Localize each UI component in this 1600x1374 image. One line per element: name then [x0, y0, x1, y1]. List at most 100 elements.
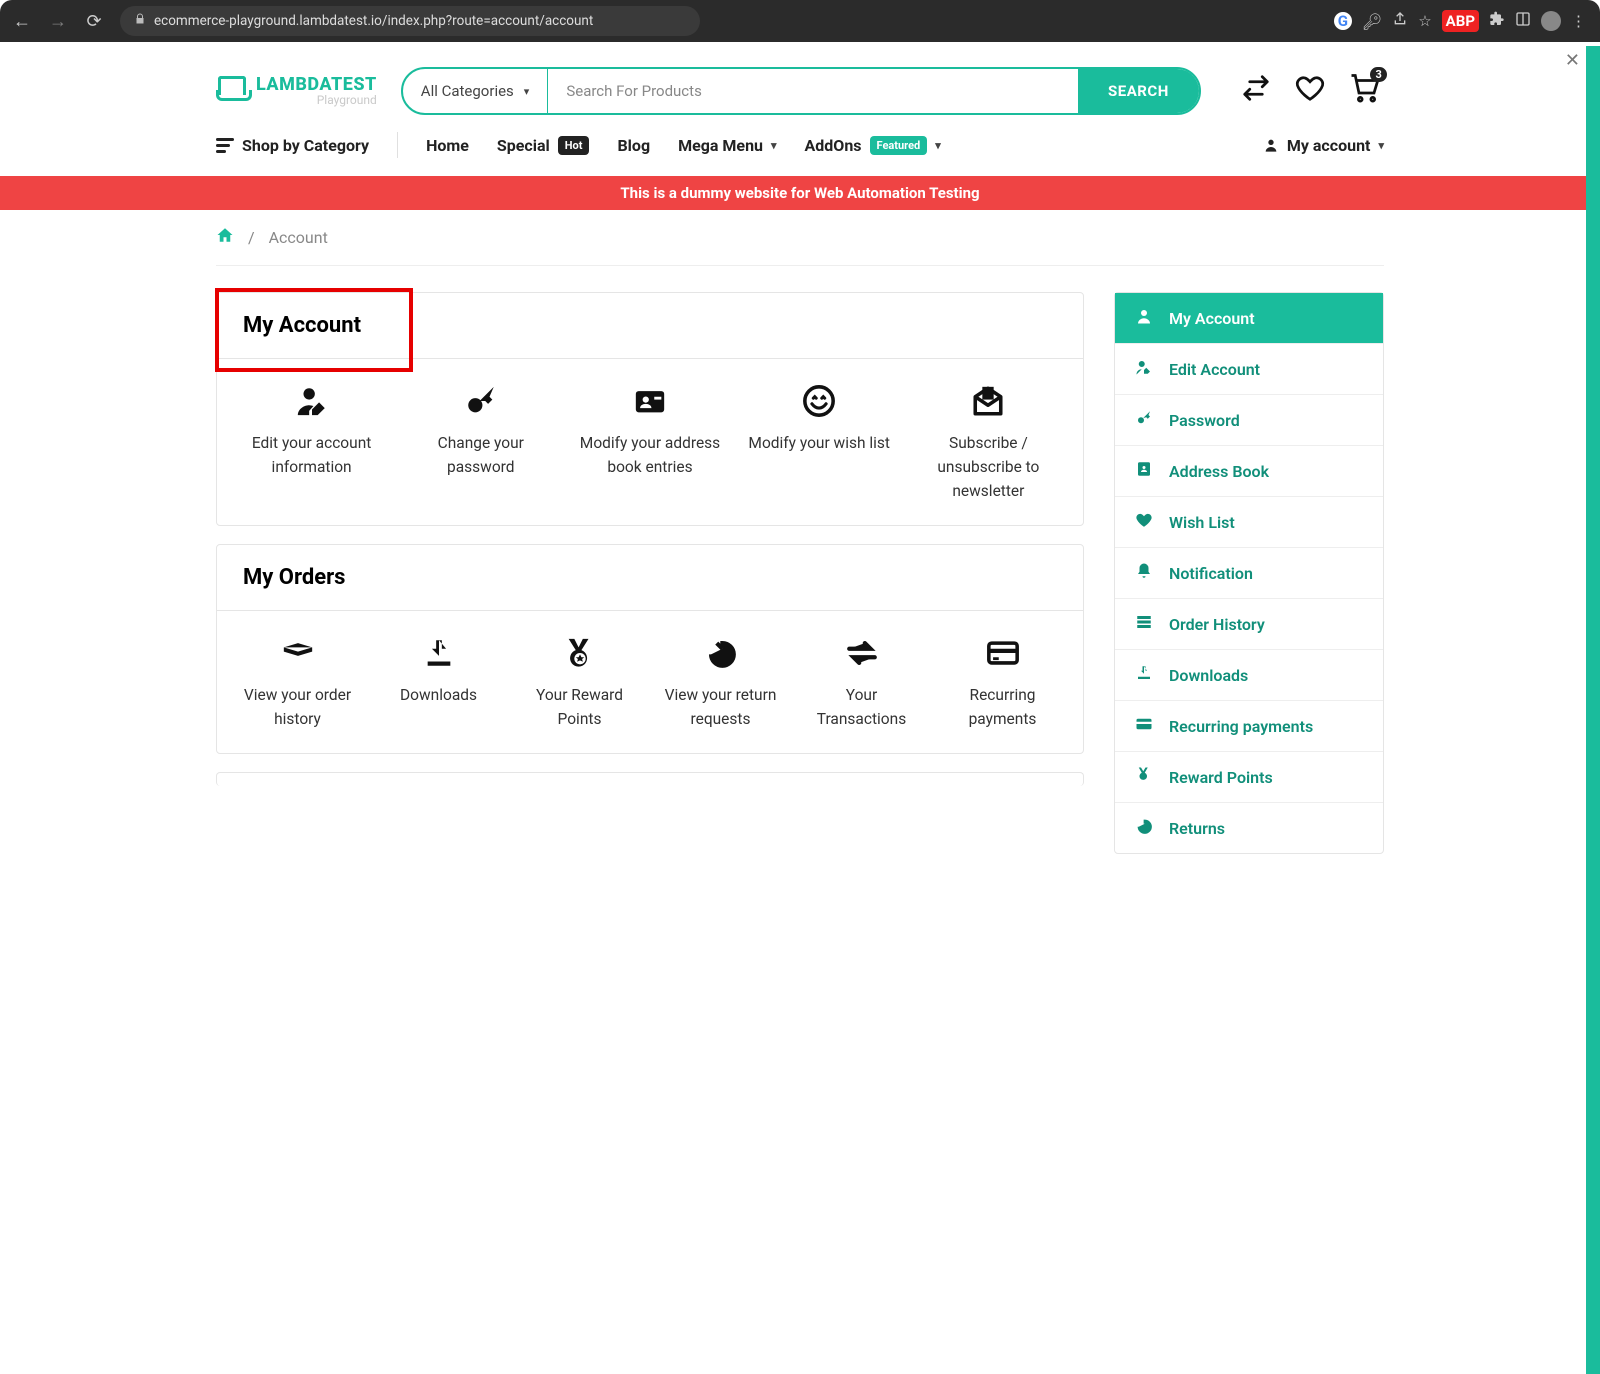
puzzle-icon[interactable] — [1489, 11, 1505, 31]
tile-recurring[interactable]: Recurring payments — [932, 633, 1073, 731]
search-button[interactable]: SEARCH — [1078, 69, 1199, 113]
sidebar-item-label: Wish List — [1169, 513, 1235, 532]
sidebar-item-label: Address Book — [1169, 462, 1269, 481]
tile-transactions[interactable]: Your Transactions — [791, 633, 932, 731]
exchange-icon — [801, 633, 922, 673]
tile-label: Modify your wish list — [745, 431, 894, 455]
browser-chrome: ← → ⟳ ecommerce-playground.lambdatest.io… — [0, 0, 1600, 42]
sidebar-item-recurring[interactable]: Recurring payments — [1115, 701, 1383, 752]
sidebar-item-my-account[interactable]: My Account — [1115, 293, 1383, 344]
chevron-down-icon: ▾ — [524, 85, 530, 98]
nav-home[interactable]: Home — [426, 136, 469, 155]
bell-icon — [1133, 562, 1155, 584]
profile-avatar-icon[interactable] — [1541, 11, 1561, 31]
download-icon — [1133, 664, 1155, 686]
chevron-down-icon: ▾ — [935, 139, 941, 152]
close-icon[interactable]: ✕ — [1565, 50, 1580, 71]
tile-label: Modify your address book entries — [575, 431, 724, 479]
home-icon[interactable] — [216, 226, 234, 249]
forward-icon[interactable]: → — [44, 11, 72, 32]
share-icon[interactable] — [1392, 11, 1408, 31]
tile-change-password[interactable]: Change your password — [396, 381, 565, 503]
book-icon — [1133, 460, 1155, 482]
kebab-menu-icon[interactable]: ⋮ — [1571, 12, 1586, 30]
back-icon[interactable]: ← — [8, 11, 36, 32]
tile-wish-list[interactable]: Modify your wish list — [735, 381, 904, 503]
nav-blog[interactable]: Blog — [617, 136, 650, 155]
tile-edit-account[interactable]: Edit your account information — [227, 381, 396, 503]
tile-label: View your return requests — [660, 683, 781, 731]
search-bar: All Categories ▾ SEARCH — [401, 67, 1201, 115]
sidebar-item-label: Password — [1169, 411, 1240, 430]
star-icon[interactable]: ☆ — [1418, 12, 1431, 30]
panel-my-orders: My Orders View your order history Downlo… — [216, 544, 1084, 754]
logo-text-2: Playground — [317, 94, 377, 106]
address-bar[interactable]: ecommerce-playground.lambdatest.io/index… — [120, 6, 700, 36]
nav-my-account[interactable]: My account ▾ — [1263, 136, 1384, 155]
tile-label: Downloads — [378, 683, 499, 707]
sidebar-item-password[interactable]: Password — [1115, 395, 1383, 446]
envelope-open-icon — [914, 381, 1063, 421]
sidebar-item-downloads[interactable]: Downloads — [1115, 650, 1383, 701]
logo-mark-icon — [216, 76, 250, 106]
sidebar-item-label: Downloads — [1169, 666, 1248, 685]
wishlist-icon[interactable] — [1295, 73, 1325, 110]
nav-special[interactable]: Special Hot — [497, 136, 590, 155]
tile-order-history[interactable]: View your order history — [227, 633, 368, 731]
tile-downloads[interactable]: Downloads — [368, 633, 509, 731]
sidebar-item-order-history[interactable]: Order History — [1115, 599, 1383, 650]
tile-label: Subscribe / unsubscribe to newsletter — [914, 431, 1063, 503]
nav-addons[interactable]: AddOns Featured ▾ — [805, 136, 941, 155]
compare-icon[interactable] — [1241, 73, 1271, 110]
search-input[interactable] — [548, 69, 1078, 113]
sidebar-item-reward-points[interactable]: Reward Points — [1115, 752, 1383, 803]
medal-icon — [1133, 766, 1155, 788]
shop-by-category[interactable]: Shop by Category — [216, 136, 369, 155]
key-icon — [406, 381, 555, 421]
sidebar-item-wish-list[interactable]: Wish List — [1115, 497, 1383, 548]
google-icon[interactable]: G — [1334, 12, 1352, 30]
nav-mega-menu[interactable]: Mega Menu ▾ — [678, 136, 776, 155]
cart-count-badge: 3 — [1370, 67, 1386, 82]
sidebar-item-label: Notification — [1169, 564, 1253, 583]
tile-label: Your Reward Points — [519, 683, 640, 731]
heart-icon — [1133, 511, 1155, 533]
sidebar-item-label: Order History — [1169, 615, 1265, 634]
user-icon — [1263, 137, 1279, 153]
sidebar-item-address-book[interactable]: Address Book — [1115, 446, 1383, 497]
download-icon — [378, 633, 499, 673]
abp-extension-icon[interactable]: ABP — [1442, 10, 1479, 32]
credit-card-icon — [1133, 715, 1155, 737]
hot-tag: Hot — [558, 136, 590, 155]
tile-reward-points[interactable]: Your Reward Points — [509, 633, 650, 731]
id-card-icon — [575, 381, 724, 421]
reload-icon[interactable]: ⟳ — [80, 11, 108, 32]
undo-icon — [660, 633, 781, 673]
sidebar-item-returns[interactable]: Returns — [1115, 803, 1383, 853]
tile-returns[interactable]: View your return requests — [650, 633, 791, 731]
box-open-icon — [237, 633, 358, 673]
sidebar-item-edit-account[interactable]: Edit Account — [1115, 344, 1383, 395]
panel-my-account: My Account Edit your account information… — [216, 292, 1084, 526]
logo[interactable]: LAMBDATEST Playground — [216, 76, 377, 106]
key-icon[interactable]: 🔑︎ — [1362, 12, 1382, 31]
sidebar-item-label: Edit Account — [1169, 360, 1260, 379]
tile-address-book[interactable]: Modify your address book entries — [565, 381, 734, 503]
lock-icon — [134, 13, 146, 29]
cart-icon[interactable]: 3 — [1349, 73, 1379, 110]
sidebar-item-label: Reward Points — [1169, 768, 1273, 787]
main-nav: Shop by Category Home Special Hot Blog M… — [216, 118, 1384, 172]
sidebar-item-notification[interactable]: Notification — [1115, 548, 1383, 599]
sidebar-item-label: Recurring payments — [1169, 717, 1313, 736]
tile-label: Change your password — [406, 431, 555, 479]
medal-icon — [519, 633, 640, 673]
tile-newsletter[interactable]: Subscribe / unsubscribe to newsletter — [904, 381, 1073, 503]
nav-separator — [397, 132, 398, 158]
chevron-down-icon: ▾ — [1378, 139, 1384, 152]
category-dropdown[interactable]: All Categories ▾ — [403, 69, 549, 113]
featured-tag: Featured — [870, 136, 928, 155]
tab-icon[interactable] — [1515, 11, 1531, 31]
url-text: ecommerce-playground.lambdatest.io/index… — [154, 13, 593, 29]
account-sidebar: My Account Edit Account Password Address… — [1114, 292, 1384, 854]
sidebar-item-label: My Account — [1169, 309, 1255, 328]
